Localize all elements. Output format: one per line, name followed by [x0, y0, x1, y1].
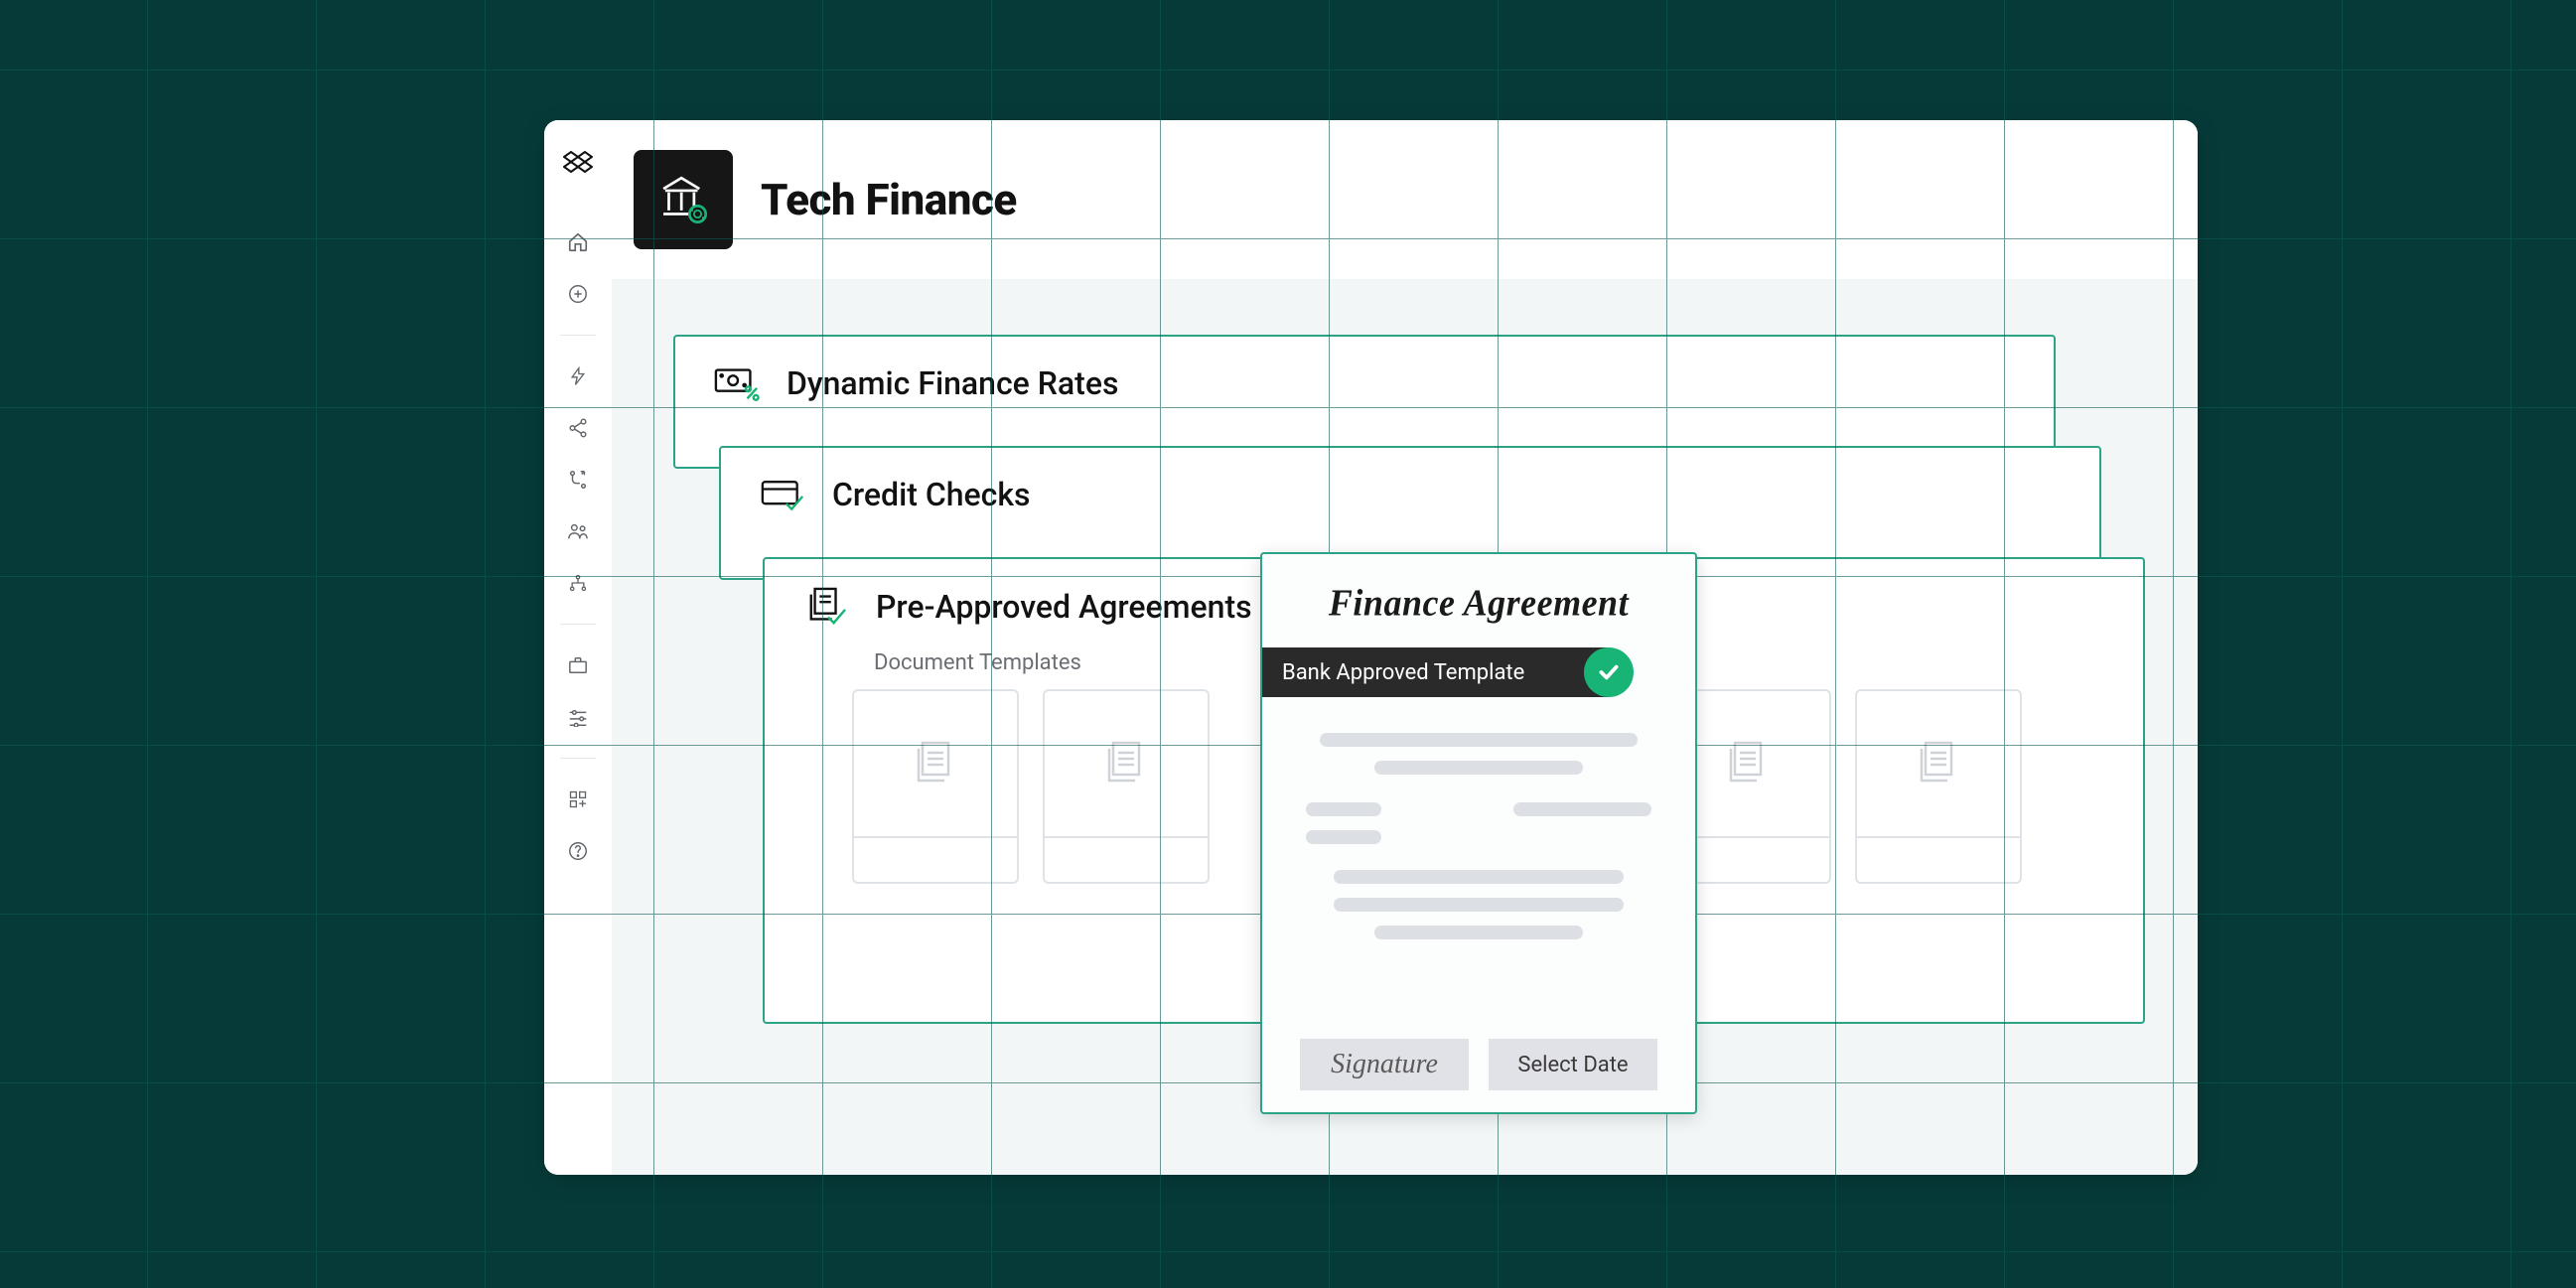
header: Tech Finance: [612, 120, 2198, 279]
sidebar-divider: [560, 624, 596, 625]
signature-button[interactable]: Signature: [1300, 1039, 1469, 1090]
template-thumb[interactable]: [1043, 689, 1210, 884]
workflow-icon[interactable]: [561, 463, 595, 497]
card-title: Credit Checks: [832, 476, 1031, 513]
home-icon[interactable]: [561, 225, 595, 259]
card-title: Dynamic Finance Rates: [787, 364, 1118, 402]
briefcase-icon[interactable]: [561, 648, 595, 682]
card-title: Pre-Approved Agreements: [876, 588, 1252, 626]
share-icon[interactable]: [561, 411, 595, 445]
sidebar-divider: [560, 758, 596, 759]
people-icon[interactable]: [561, 514, 595, 548]
page-title: Tech Finance: [761, 174, 1017, 225]
document-preview: Finance Agreement Bank Approved Template…: [1260, 552, 1697, 1114]
approved-badge: Bank Approved Template: [1262, 647, 1610, 697]
template-thumb[interactable]: [852, 689, 1019, 884]
check-icon: [1584, 647, 1634, 697]
doc-body-lines: [1306, 870, 1652, 939]
help-icon[interactable]: [561, 834, 595, 868]
brand-logo: [561, 146, 595, 180]
sidebar: [544, 120, 612, 1175]
document-check-icon: [800, 587, 852, 627]
template-thumb[interactable]: [1855, 689, 2022, 884]
bolt-icon[interactable]: [561, 359, 595, 393]
add-icon[interactable]: [561, 277, 595, 311]
apps-icon[interactable]: [561, 783, 595, 816]
sidebar-divider: [560, 335, 596, 336]
sliders-icon[interactable]: [561, 700, 595, 734]
select-date-button[interactable]: Select Date: [1489, 1039, 1657, 1090]
card-check-icon: [757, 478, 808, 511]
org-icon[interactable]: [561, 566, 595, 600]
money-percent-icon: [711, 365, 763, 401]
doc-body-lines: [1306, 733, 1652, 844]
app-icon: [634, 150, 733, 249]
doc-title: Finance Agreement: [1329, 581, 1629, 625]
